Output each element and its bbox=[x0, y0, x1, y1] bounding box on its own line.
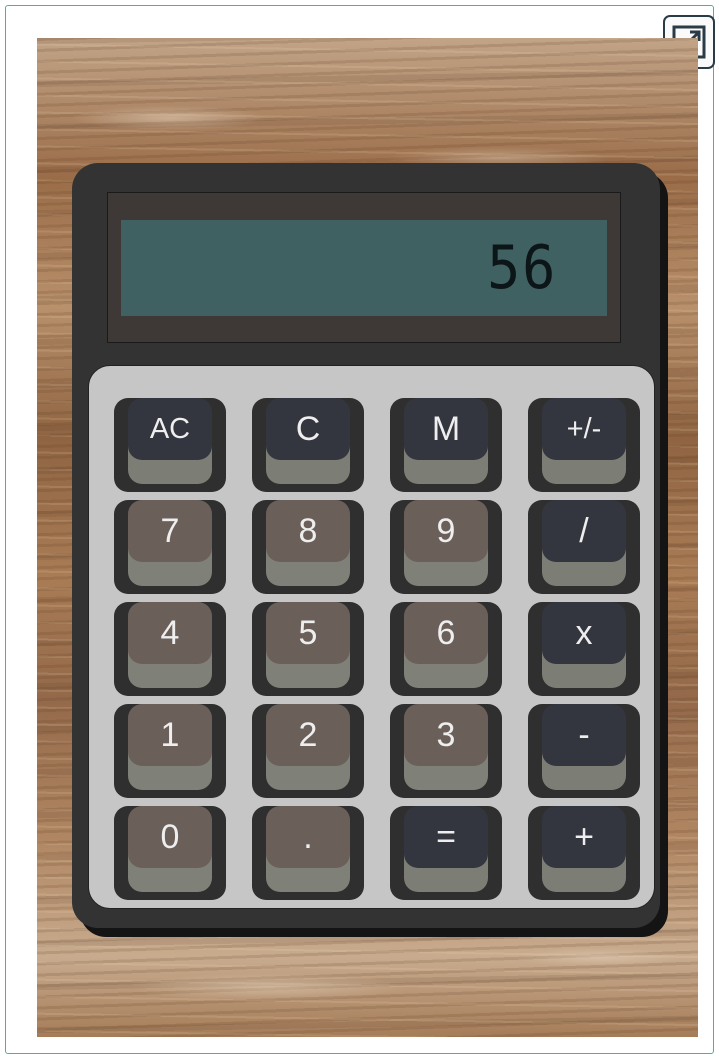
key-label: +/- bbox=[542, 398, 626, 460]
calculator-display: 56 bbox=[121, 220, 607, 316]
key-label: 4 bbox=[128, 602, 212, 664]
digit-3-button[interactable]: 3 bbox=[390, 704, 502, 798]
digit-1-button[interactable]: 1 bbox=[114, 704, 226, 798]
all-clear-button[interactable]: AC bbox=[114, 398, 226, 492]
digit-7-button[interactable]: 7 bbox=[114, 500, 226, 594]
display-value: 56 bbox=[486, 233, 557, 303]
equals-button[interactable]: = bbox=[390, 806, 502, 900]
sign-toggle-button[interactable]: +/- bbox=[528, 398, 640, 492]
key-label: - bbox=[542, 704, 626, 766]
key-label: C bbox=[266, 398, 350, 460]
key-label: 0 bbox=[128, 806, 212, 868]
digit-2-button[interactable]: 2 bbox=[252, 704, 364, 798]
digit-4-button[interactable]: 4 bbox=[114, 602, 226, 696]
decimal-button[interactable]: . bbox=[252, 806, 364, 900]
digit-5-button[interactable]: 5 bbox=[252, 602, 364, 696]
key-label: 7 bbox=[128, 500, 212, 562]
clear-button[interactable]: C bbox=[252, 398, 364, 492]
memory-button[interactable]: M bbox=[390, 398, 502, 492]
key-label: M bbox=[404, 398, 488, 460]
add-button[interactable]: + bbox=[528, 806, 640, 900]
key-label: . bbox=[266, 806, 350, 868]
key-label: 6 bbox=[404, 602, 488, 664]
key-label: + bbox=[542, 806, 626, 868]
key-label: 8 bbox=[266, 500, 350, 562]
key-label: 1 bbox=[128, 704, 212, 766]
key-label: / bbox=[542, 500, 626, 562]
subtract-button[interactable]: - bbox=[528, 704, 640, 798]
key-label: 2 bbox=[266, 704, 350, 766]
key-label: = bbox=[404, 806, 488, 868]
key-label: AC bbox=[128, 398, 212, 460]
digit-0-button[interactable]: 0 bbox=[114, 806, 226, 900]
key-label: 3 bbox=[404, 704, 488, 766]
multiply-button[interactable]: x bbox=[528, 602, 640, 696]
divide-button[interactable]: / bbox=[528, 500, 640, 594]
key-label: x bbox=[542, 602, 626, 664]
key-label: 5 bbox=[266, 602, 350, 664]
digit-6-button[interactable]: 6 bbox=[390, 602, 502, 696]
digit-8-button[interactable]: 8 bbox=[252, 500, 364, 594]
key-label: 9 bbox=[404, 500, 488, 562]
digit-9-button[interactable]: 9 bbox=[390, 500, 502, 594]
